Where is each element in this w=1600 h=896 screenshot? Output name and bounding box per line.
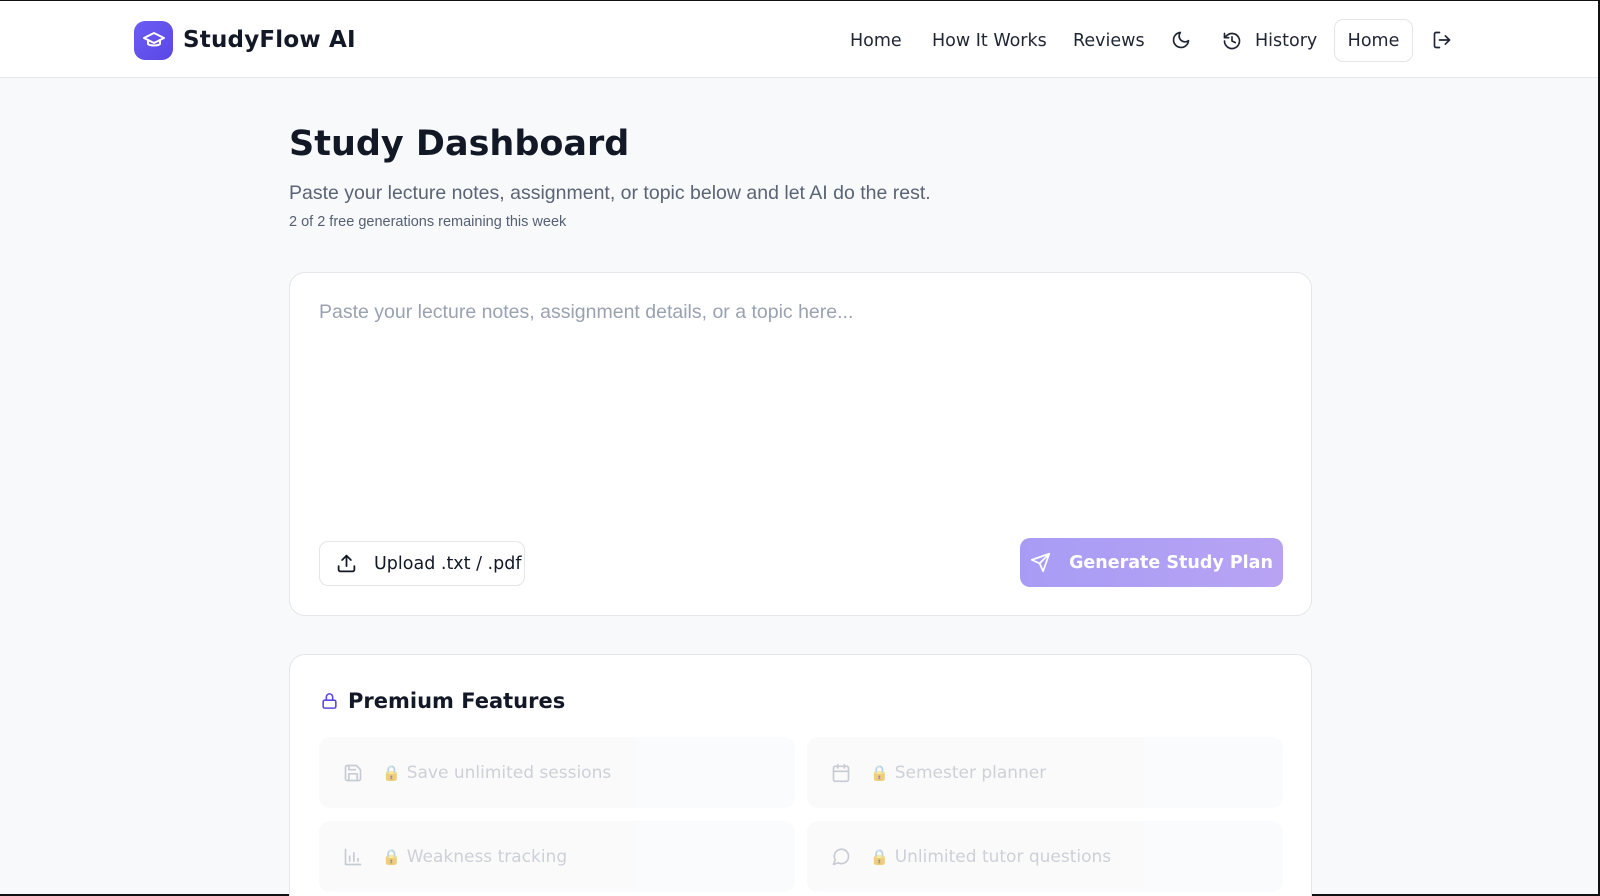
save-icon: [344, 764, 362, 781]
nav-link-home[interactable]: Home: [850, 19, 902, 62]
brand-name: StudyFlow AI: [183, 27, 356, 53]
feature-label: Weakness tracking: [406, 846, 568, 867]
nav-link-how-it-works[interactable]: How It Works: [932, 19, 1047, 62]
calendar-icon: [832, 763, 850, 782]
feature-label: Semester planner: [894, 762, 1047, 783]
top-navbar: StudyFlow AI Home How It Works Reviews H…: [0, 1, 1598, 78]
history-button[interactable]: History: [1222, 19, 1317, 62]
premium-title: Premium Features: [348, 689, 566, 713]
upload-icon: [337, 554, 356, 573]
history-label: History: [1255, 30, 1318, 51]
home-button[interactable]: Home: [1334, 19, 1413, 62]
feature-weakness-tracking: 🔒 Weakness tracking: [319, 821, 795, 892]
brand[interactable]: StudyFlow AI: [134, 20, 356, 60]
notes-input-card: Upload .txt / .pdf Generate Study Plan: [289, 272, 1312, 616]
generate-study-plan-button[interactable]: Generate Study Plan: [1020, 538, 1283, 587]
feature-save-sessions: 🔒 Save unlimited sessions: [319, 737, 795, 808]
graduation-cap-icon: [134, 20, 173, 60]
padlock-icon: 🔒: [870, 848, 889, 866]
history-icon: [1223, 32, 1241, 49]
lock-icon: [322, 693, 337, 709]
feature-label: Unlimited tutor questions: [894, 846, 1112, 867]
bar-chart-icon: [344, 848, 362, 865]
moon-icon[interactable]: [1171, 30, 1191, 50]
feature-unlimited-tutor: 🔒 Unlimited tutor questions: [807, 821, 1283, 892]
message-icon: [832, 847, 850, 865]
padlock-icon: 🔒: [382, 848, 401, 866]
padlock-icon: 🔒: [382, 764, 401, 782]
generation-quota: 2 of 2 free generations remaining this w…: [289, 214, 567, 230]
upload-file-button[interactable]: Upload .txt / .pdf: [319, 541, 525, 586]
generate-label: Generate Study Plan: [1069, 552, 1273, 573]
nav-link-reviews[interactable]: Reviews: [1073, 19, 1145, 62]
upload-label: Upload .txt / .pdf: [374, 553, 522, 574]
feature-label: Save unlimited sessions: [406, 762, 612, 783]
premium-features-heading: Premium Features: [320, 689, 565, 713]
feature-semester-planner: 🔒 Semester planner: [807, 737, 1283, 808]
page-subtitle: Paste your lecture notes, assignment, or…: [289, 182, 931, 204]
send-icon: [1030, 552, 1051, 573]
padlock-icon: 🔒: [870, 764, 889, 782]
premium-features-card: Premium Features 🔒 Save unlimited sessio…: [289, 654, 1312, 896]
notes-textarea[interactable]: [319, 301, 1281, 511]
page-title: Study Dashboard: [289, 124, 630, 164]
logout-icon[interactable]: [1432, 30, 1452, 50]
